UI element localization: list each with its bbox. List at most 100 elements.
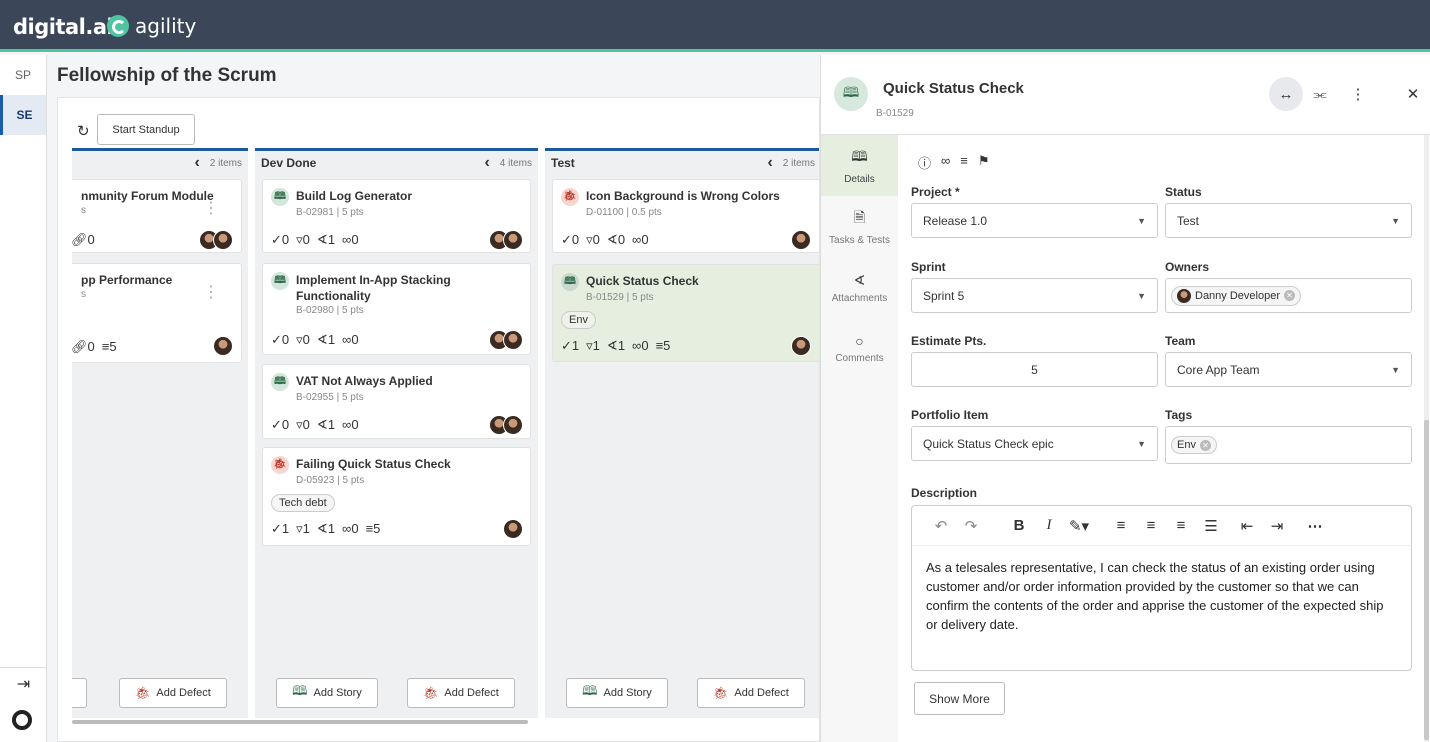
kebab-icon[interactable]: ⋮ [203, 198, 219, 218]
defect-icon: 🐞︎ [135, 686, 151, 700]
card[interactable]: 🕮︎ Implement In-App Stacking Functionalit… [262, 263, 531, 355]
bold-icon[interactable]: B [1004, 517, 1034, 534]
shield-icon: ▿0 [296, 417, 310, 432]
undo-icon[interactable]: ↶ [926, 517, 956, 535]
avatar [213, 336, 233, 356]
flag-icon[interactable]: ⚑ [978, 153, 990, 172]
description-label: Description [911, 486, 978, 500]
card[interactable]: 🕮︎ Build Log Generator B-02981 | 5 pts ✓0… [262, 179, 531, 253]
link-icon: ∞0 [342, 232, 359, 247]
italic-icon[interactable]: I [1034, 517, 1064, 534]
owners-field[interactable]: Danny Developer ✕ [1165, 278, 1412, 313]
align-right-icon[interactable]: ≡ [1166, 517, 1196, 534]
align-center-icon[interactable]: ≡ [1136, 517, 1166, 534]
column-header: Dev Done ‹ 4 items [255, 151, 538, 175]
add-story-button[interactable]: 🕮︎ Add Story [566, 678, 668, 708]
avatar [791, 230, 811, 250]
redo-icon[interactable]: ↷ [956, 517, 986, 535]
collapse-nav-icon[interactable]: ⇥ [0, 667, 47, 703]
project-select[interactable]: Release 1.0 ▼ [911, 203, 1158, 238]
board-column-dev-done: Dev Done ‹ 4 items 🕮︎ Build Log Generator… [255, 148, 538, 718]
story-icon: 🕮︎ [834, 77, 868, 111]
share-icon[interactable]: ⫘ [1303, 77, 1337, 111]
card-stats: ✓1 ▿1 ∢1 ∞0 ≡5 [561, 338, 670, 354]
kebab-icon[interactable]: ⋮ [203, 282, 219, 302]
board-column: ‹ 2 items nmunity Forum Module s ⋮ 🔗︎0 p… [72, 148, 248, 718]
start-standup-button[interactable]: Start Standup [97, 114, 195, 145]
add-defect-button[interactable]: 🐞︎ Add Defect [119, 678, 227, 708]
tab-attachments[interactable]: ∢ Attachments [821, 257, 898, 318]
tab-details[interactable]: 🕮︎ Details [821, 135, 898, 196]
outdent-icon[interactable]: ⇤ [1232, 517, 1262, 535]
check-icon: ✓0 [271, 332, 290, 347]
tag-chip[interactable]: Env ✕ [1171, 436, 1217, 454]
scrollbar-thumb[interactable] [1424, 420, 1429, 740]
card-id: B-01529 | 5 pts [586, 292, 654, 303]
column-name: Dev Done [261, 156, 317, 170]
shield-icon: ▿1 [586, 338, 600, 353]
card[interactable]: 🐞︎ Icon Background is Wrong Colors D-0110… [552, 179, 819, 253]
column-header: ‹ 2 items [72, 151, 248, 175]
highlight-icon[interactable]: ✎▾ [1064, 517, 1094, 535]
align-justify-icon[interactable]: ☰ [1196, 517, 1226, 535]
sprint-select[interactable]: Sprint 5 ▼ [911, 278, 1158, 313]
tags-field[interactable]: Env ✕ [1165, 426, 1412, 464]
digital-ai-logo[interactable]: digital.ai [13, 15, 114, 39]
link-icon: ∞0 [632, 232, 649, 247]
card[interactable]: pp Performance s ⋮ 🔗︎0 ≡5 [72, 263, 242, 363]
tab-tasks-tests[interactable]: 🗎︎ Tasks & Tests [821, 196, 898, 257]
link-icon: 🔗︎0 [72, 339, 95, 354]
agility-logo[interactable]: agility [107, 14, 196, 38]
more-horizontal-icon[interactable]: ⋯ [1300, 517, 1330, 535]
add-defect-button[interactable]: 🐞︎ Add Defect [697, 678, 805, 708]
more-vertical-icon[interactable]: ⋮ [1341, 77, 1375, 111]
status-select[interactable]: Test ▼ [1165, 203, 1412, 238]
add-story-button[interactable] [72, 678, 87, 708]
card-title: VAT Not Always Applied [296, 374, 433, 388]
avatar [503, 230, 523, 250]
card-tag[interactable]: Env [561, 311, 596, 329]
link-icon: ∞0 [342, 332, 359, 347]
tab-comments[interactable]: ○ Comments [821, 318, 898, 379]
expand-icon[interactable]: ↔ [1269, 77, 1303, 111]
comment-icon: ≡5 [101, 339, 117, 354]
board-column-test: Test ‹ 2 items 🐞︎ Icon Background is Wron… [545, 148, 819, 718]
refresh-icon[interactable]: ↻ [77, 122, 90, 140]
description-editor[interactable]: ↶ ↷ B I ✎▾ ≡ ≡ ≡ ☰ ⇤ ⇥ ⋯ As a telesales … [911, 505, 1412, 671]
owner-chip[interactable]: Danny Developer ✕ [1171, 285, 1301, 306]
chevron-left-icon[interactable]: ‹ [767, 154, 772, 172]
add-defect-button[interactable]: 🐞︎ Add Defect [407, 678, 515, 708]
card-tag[interactable]: Tech debt [271, 494, 335, 512]
remove-icon[interactable]: ✕ [1284, 290, 1295, 301]
info-icon[interactable]: ⓘ [918, 153, 931, 172]
tags-label: Tags [1165, 408, 1193, 422]
add-story-button[interactable]: 🕮︎ Add Story [276, 678, 378, 708]
list-icon[interactable]: ≡ [960, 153, 968, 172]
remove-icon[interactable]: ✕ [1199, 439, 1211, 451]
chevron-left-icon[interactable]: ‹ [194, 154, 199, 172]
card[interactable]: nmunity Forum Module s ⋮ 🔗︎0 [72, 179, 242, 253]
align-left-icon[interactable]: ≡ [1106, 517, 1136, 534]
chevron-left-icon[interactable]: ‹ [484, 154, 489, 172]
avatar [1177, 288, 1191, 303]
digital-ai-d-icon[interactable] [12, 710, 32, 730]
shield-icon: ▿1 [296, 521, 310, 536]
nav-item-sp[interactable]: SP [0, 55, 46, 95]
card[interactable]: 🕮︎ VAT Not Always Applied B-02955 | 5 pts… [262, 364, 531, 439]
portfolio-select[interactable]: Quick Status Check epic ▼ [911, 426, 1158, 461]
card-title: Icon Background is Wrong Colors [586, 189, 780, 203]
description-text[interactable]: As a telesales representative, I can che… [912, 546, 1411, 646]
card[interactable]: 🐞︎ Failing Quick Status Check D-05923 | 5… [262, 447, 531, 546]
estimate-input[interactable]: 5 [911, 352, 1158, 387]
horizontal-scrollbar[interactable] [72, 720, 528, 724]
portfolio-label: Portfolio Item [911, 408, 989, 422]
status-label: Status [1165, 185, 1202, 199]
indent-icon[interactable]: ⇥ [1262, 517, 1292, 535]
team-select[interactable]: Core App Team ▼ [1165, 352, 1412, 387]
show-more-button[interactable]: Show More [914, 682, 1005, 715]
close-icon[interactable]: ✕ [1396, 77, 1430, 111]
vertical-scrollbar[interactable] [1424, 135, 1429, 742]
nav-item-se[interactable]: SE [0, 95, 46, 135]
card-selected[interactable]: 🕮︎ Quick Status Check B-01529 | 5 pts Env… [552, 264, 819, 362]
link-icon[interactable]: ∞ [941, 153, 950, 172]
